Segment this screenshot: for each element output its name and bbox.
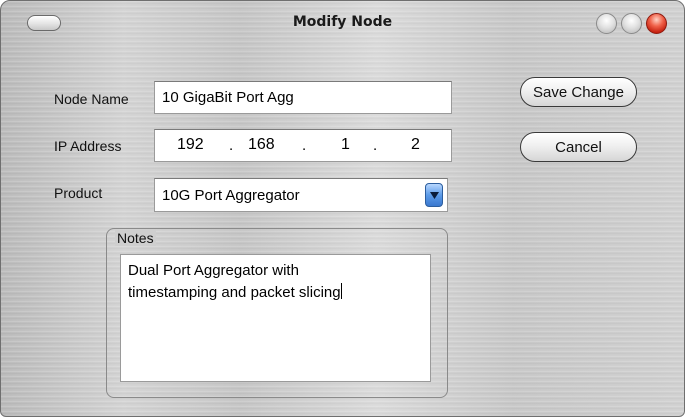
notes-text: Dual Port Aggregator with timestamping a… <box>128 262 341 301</box>
ip-octet-4[interactable]: 2 <box>411 136 420 154</box>
notes-label: Notes <box>115 230 156 246</box>
close-icon[interactable] <box>646 13 667 34</box>
product-label: Product <box>54 185 103 201</box>
save-change-button[interactable]: Save Change <box>520 77 637 107</box>
cancel-button[interactable]: Cancel <box>520 132 637 162</box>
zoom-icon[interactable] <box>621 13 642 34</box>
product-selected-value: 10G Port Aggregator <box>162 187 300 204</box>
text-caret <box>340 283 342 299</box>
ip-address-label: IP Address <box>54 138 122 154</box>
ip-octet-2[interactable]: 168 <box>248 136 275 154</box>
ip-address-field: 192 . 168 . 1 . 2 <box>154 129 452 162</box>
ip-octet-3[interactable]: 1 <box>341 136 350 154</box>
minimize-icon[interactable] <box>596 13 617 34</box>
ip-octet-1[interactable]: 192 <box>177 136 204 154</box>
modify-node-window: Modify Node Node Name 10 GigaBit Port Ag… <box>0 0 685 417</box>
node-name-field[interactable]: 10 GigaBit Port Agg <box>154 81 452 114</box>
notes-textarea[interactable]: Dual Port Aggregator with timestamping a… <box>120 254 431 382</box>
product-select[interactable]: 10G Port Aggregator <box>154 178 448 212</box>
ip-separator: . <box>302 137 307 154</box>
ip-separator: . <box>229 137 234 154</box>
chevron-down-icon[interactable] <box>425 183 443 207</box>
ip-separator: . <box>373 137 378 154</box>
title-bar[interactable]: Modify Node <box>1 1 684 45</box>
node-name-value: 10 GigaBit Port Agg <box>162 89 294 106</box>
node-name-label: Node Name <box>54 91 129 107</box>
window-title: Modify Node <box>292 14 393 30</box>
